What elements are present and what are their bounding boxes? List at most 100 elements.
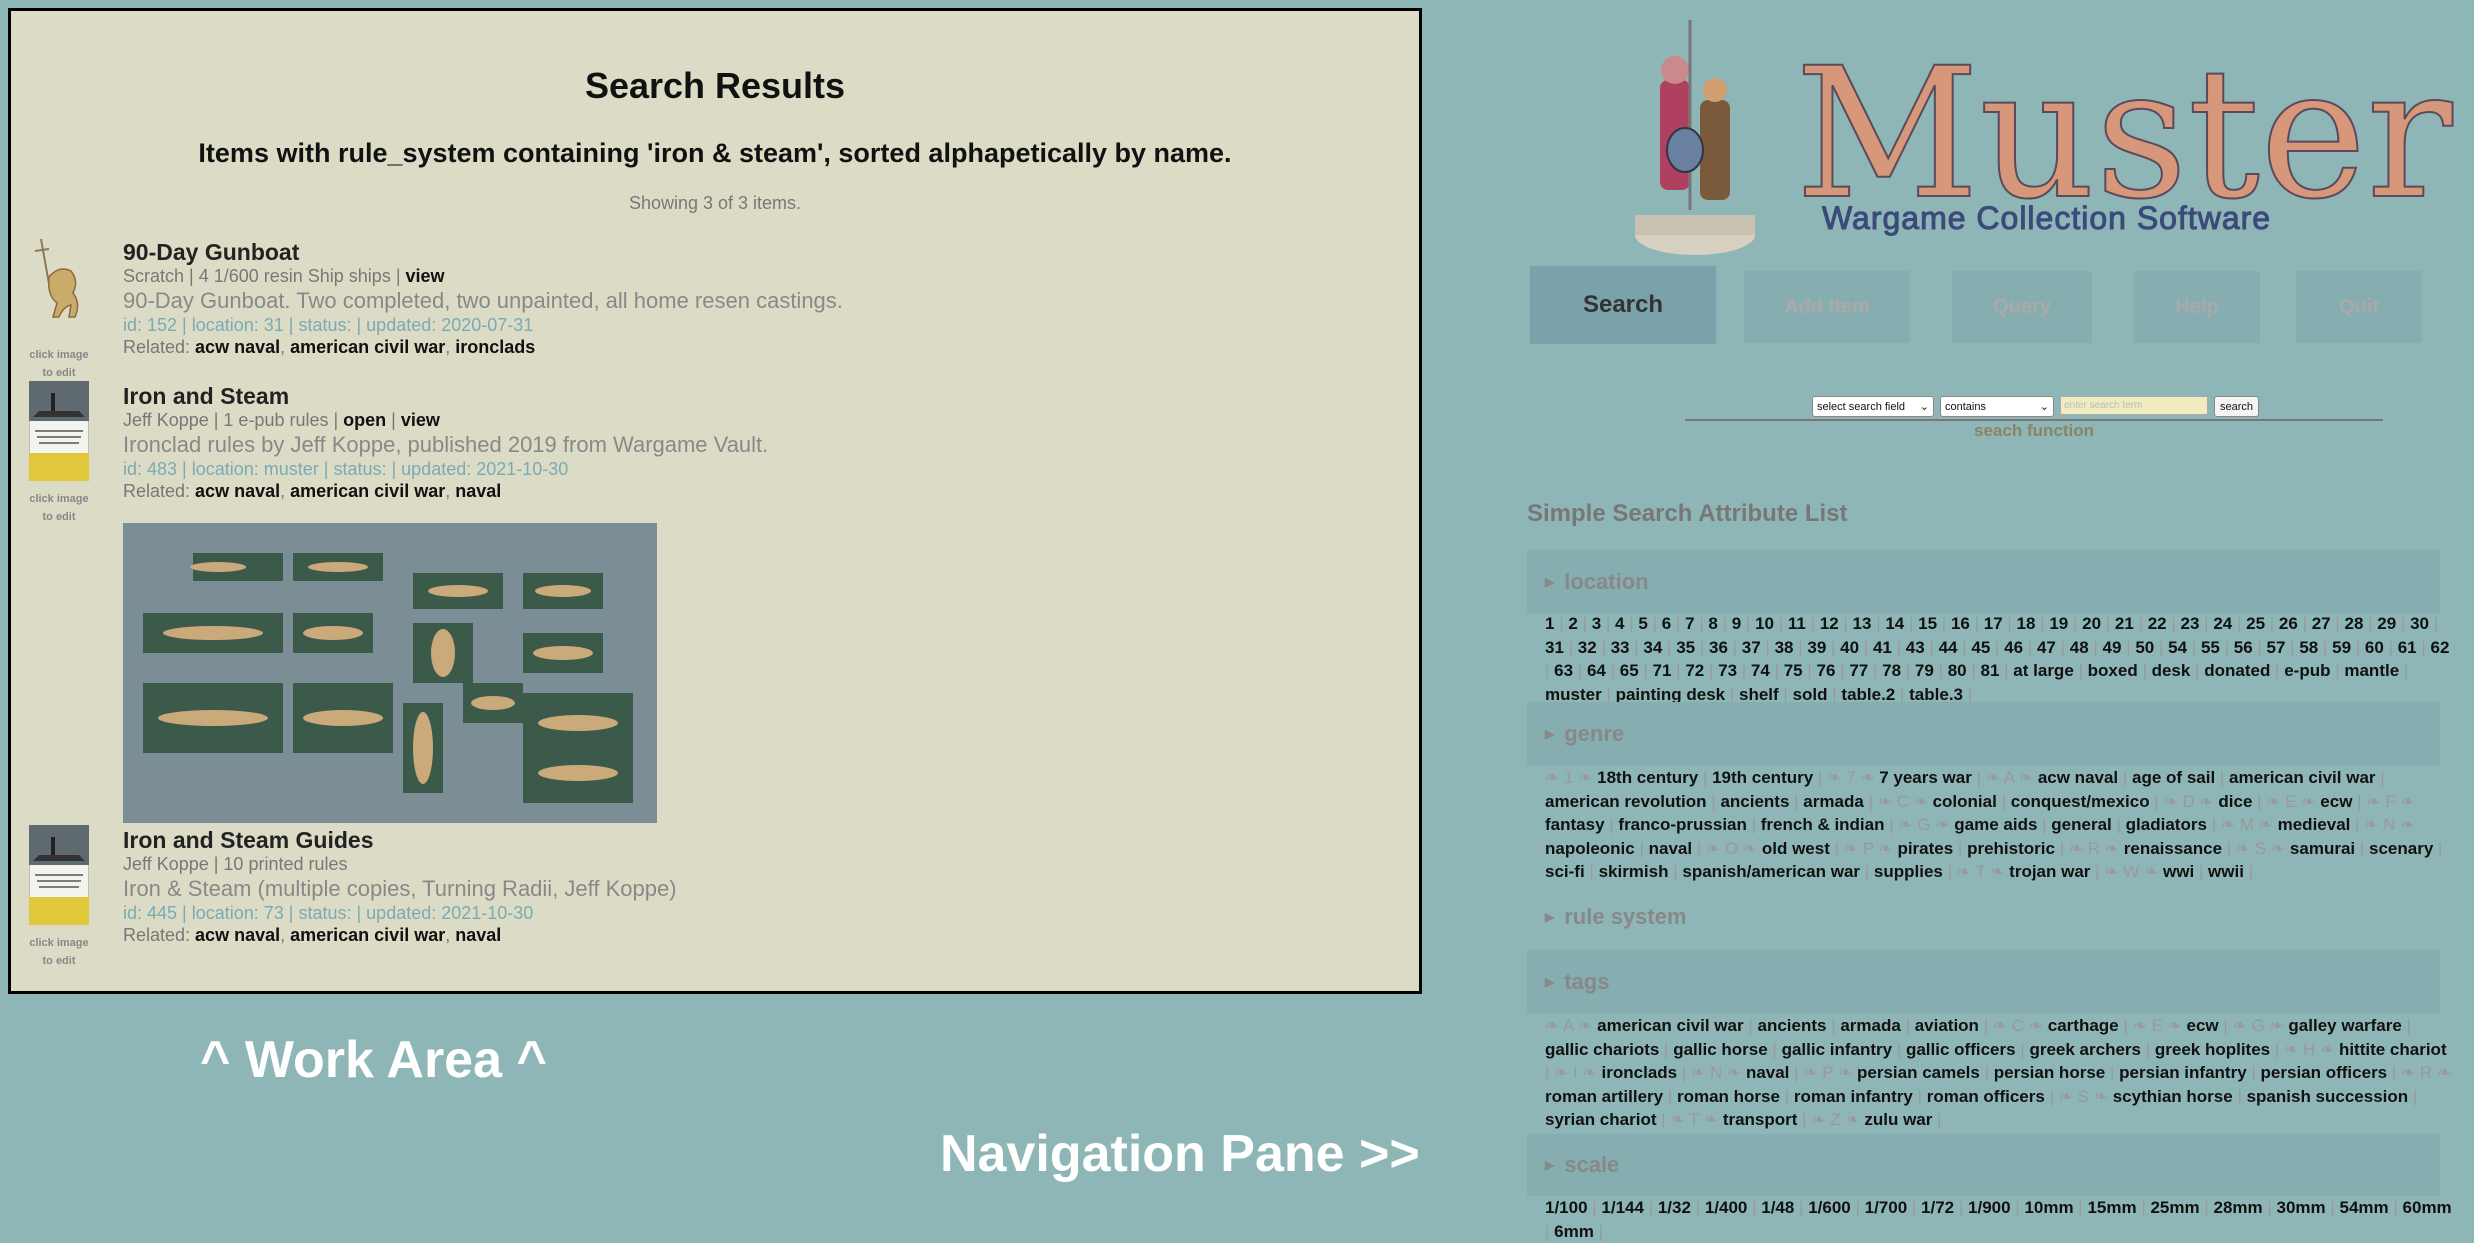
- attribute-value-link[interactable]: gallic chariots: [1545, 1040, 1659, 1059]
- attribute-value-link[interactable]: 1/400: [1705, 1198, 1748, 1217]
- attribute-value-link[interactable]: 62: [2431, 638, 2450, 657]
- attribute-value-link[interactable]: 32: [1578, 638, 1597, 657]
- attribute-value-link[interactable]: 26: [2279, 614, 2298, 633]
- attribute-value-link[interactable]: gladiators: [2126, 815, 2207, 834]
- attribute-value-link[interactable]: prehistoric: [1967, 839, 2055, 858]
- attribute-value-link[interactable]: 50: [2135, 638, 2154, 657]
- attribute-value-link[interactable]: 49: [2103, 638, 2122, 657]
- attribute-value-link[interactable]: persian camels: [1857, 1063, 1980, 1082]
- attribute-value-link[interactable]: 47: [2037, 638, 2056, 657]
- attribute-value-link[interactable]: greek archers: [2029, 1040, 2141, 1059]
- attribute-value-link[interactable]: age of sail: [2132, 768, 2215, 787]
- add-item-button[interactable]: Add Item: [1744, 271, 1910, 343]
- attribute-value-link[interactable]: 36: [1709, 638, 1728, 657]
- related-link[interactable]: acw naval: [195, 337, 280, 357]
- attribute-value-link[interactable]: 22: [2148, 614, 2167, 633]
- attribute-value-link[interactable]: 10: [1755, 614, 1774, 633]
- attribute-value-link[interactable]: desk: [2152, 661, 2191, 680]
- attribute-value-link[interactable]: 44: [1939, 638, 1958, 657]
- attribute-value-link[interactable]: samurai: [2290, 839, 2355, 858]
- attribute-value-link[interactable]: 28: [2345, 614, 2364, 633]
- attribute-value-link[interactable]: 25: [2246, 614, 2265, 633]
- attribute-value-link[interactable]: 30: [2410, 614, 2429, 633]
- attribute-value-link[interactable]: 1/48: [1761, 1198, 1794, 1217]
- attribute-value-link[interactable]: painting desk: [1616, 685, 1726, 704]
- item-name[interactable]: Iron and Steam: [123, 383, 768, 409]
- attribute-value-link[interactable]: 1/700: [1865, 1198, 1908, 1217]
- attribute-value-link[interactable]: 8: [1708, 614, 1717, 633]
- attribute-value-link[interactable]: 31: [1545, 638, 1564, 657]
- attribute-value-link[interactable]: 10mm: [2024, 1198, 2073, 1217]
- attribute-value-link[interactable]: 57: [2267, 638, 2286, 657]
- attribute-value-link[interactable]: 43: [1906, 638, 1925, 657]
- attribute-value-link[interactable]: 45: [1971, 638, 1990, 657]
- attribute-value-link[interactable]: 15mm: [2087, 1198, 2136, 1217]
- section-genre-header[interactable]: ▶ genre: [1527, 702, 2440, 766]
- attribute-value-link[interactable]: donated: [2204, 661, 2270, 680]
- attribute-value-link[interactable]: 54: [2168, 638, 2187, 657]
- attribute-value-link[interactable]: 30mm: [2277, 1198, 2326, 1217]
- attribute-value-link[interactable]: 7 years war: [1879, 768, 1972, 787]
- attribute-value-link[interactable]: 48: [2070, 638, 2089, 657]
- attribute-value-link[interactable]: 74: [1751, 661, 1770, 680]
- attribute-value-link[interactable]: 1/900: [1968, 1198, 2011, 1217]
- attribute-value-link[interactable]: wwi: [2163, 862, 2194, 881]
- attribute-value-link[interactable]: american civil war: [2229, 768, 2375, 787]
- search-field-select[interactable]: select search field ⌄: [1812, 396, 1934, 417]
- attribute-value-link[interactable]: 18th century: [1597, 768, 1698, 787]
- attribute-value-link[interactable]: greek hoplites: [2155, 1040, 2270, 1059]
- attribute-value-link[interactable]: 1/72: [1921, 1198, 1954, 1217]
- section-rule-system-header[interactable]: ▶ rule system: [1545, 904, 1687, 930]
- item-name[interactable]: 90-Day Gunboat: [123, 239, 843, 265]
- related-link[interactable]: acw naval: [195, 481, 280, 501]
- attribute-value-link[interactable]: 9: [1732, 614, 1741, 633]
- attribute-value-link[interactable]: 60mm: [2403, 1198, 2452, 1217]
- attribute-value-link[interactable]: 71: [1653, 661, 1672, 680]
- attribute-value-link[interactable]: hittite chariot: [2339, 1040, 2447, 1059]
- attribute-value-link[interactable]: 46: [2004, 638, 2023, 657]
- attribute-value-link[interactable]: armada: [1803, 792, 1863, 811]
- attribute-value-link[interactable]: at large: [2013, 661, 2073, 680]
- section-location-header[interactable]: ▶ location: [1527, 550, 2440, 614]
- attribute-value-link[interactable]: 18: [2017, 614, 2036, 633]
- attribute-value-link[interactable]: sci-fi: [1545, 862, 1585, 881]
- item-thumbnail[interactable]: click image to edit: [28, 824, 90, 970]
- quit-button[interactable]: Quit: [2296, 271, 2422, 343]
- attribute-value-link[interactable]: 16: [1951, 614, 1970, 633]
- item-thumbnail[interactable]: click image to edit: [29, 237, 89, 382]
- attribute-value-link[interactable]: 19: [2049, 614, 2068, 633]
- attribute-value-link[interactable]: gallic horse: [1673, 1040, 1767, 1059]
- attribute-value-link[interactable]: 80: [1948, 661, 1967, 680]
- attribute-value-link[interactable]: skirmish: [1599, 862, 1669, 881]
- attribute-value-link[interactable]: persian horse: [1994, 1063, 2106, 1082]
- related-link[interactable]: american civil war: [290, 337, 445, 357]
- attribute-value-link[interactable]: 79: [1915, 661, 1934, 680]
- attribute-value-link[interactable]: general: [2051, 815, 2111, 834]
- related-link[interactable]: naval: [455, 925, 501, 945]
- attribute-value-link[interactable]: renaissance: [2124, 839, 2222, 858]
- attribute-value-link[interactable]: 6mm: [1554, 1222, 1594, 1241]
- attribute-value-link[interactable]: 60: [2365, 638, 2384, 657]
- attribute-value-link[interactable]: roman artillery: [1545, 1087, 1663, 1106]
- attribute-value-link[interactable]: 77: [1849, 661, 1868, 680]
- item-name[interactable]: Iron and Steam Guides: [123, 827, 677, 853]
- attribute-value-link[interactable]: armada: [1840, 1016, 1900, 1035]
- attribute-value-link[interactable]: 63: [1554, 661, 1573, 680]
- attribute-value-link[interactable]: 25mm: [2150, 1198, 2199, 1217]
- attribute-value-link[interactable]: 21: [2115, 614, 2134, 633]
- attribute-value-link[interactable]: table.3: [1909, 685, 1963, 704]
- attribute-value-link[interactable]: 72: [1685, 661, 1704, 680]
- attribute-value-link[interactable]: 73: [1718, 661, 1737, 680]
- attribute-value-link[interactable]: 34: [1643, 638, 1662, 657]
- attribute-value-link[interactable]: 41: [1873, 638, 1892, 657]
- attribute-value-link[interactable]: 6: [1662, 614, 1671, 633]
- attribute-value-link[interactable]: trojan war: [2009, 862, 2090, 881]
- attribute-value-link[interactable]: dice: [2218, 792, 2252, 811]
- attribute-value-link[interactable]: 61: [2398, 638, 2417, 657]
- attribute-value-link[interactable]: ironclads: [1602, 1063, 1678, 1082]
- attribute-value-link[interactable]: 12: [1820, 614, 1839, 633]
- attribute-value-link[interactable]: american civil war: [1597, 1016, 1743, 1035]
- attribute-value-link[interactable]: table.2: [1841, 685, 1895, 704]
- attribute-value-link[interactable]: persian officers: [2261, 1063, 2388, 1082]
- attribute-value-link[interactable]: 58: [2299, 638, 2318, 657]
